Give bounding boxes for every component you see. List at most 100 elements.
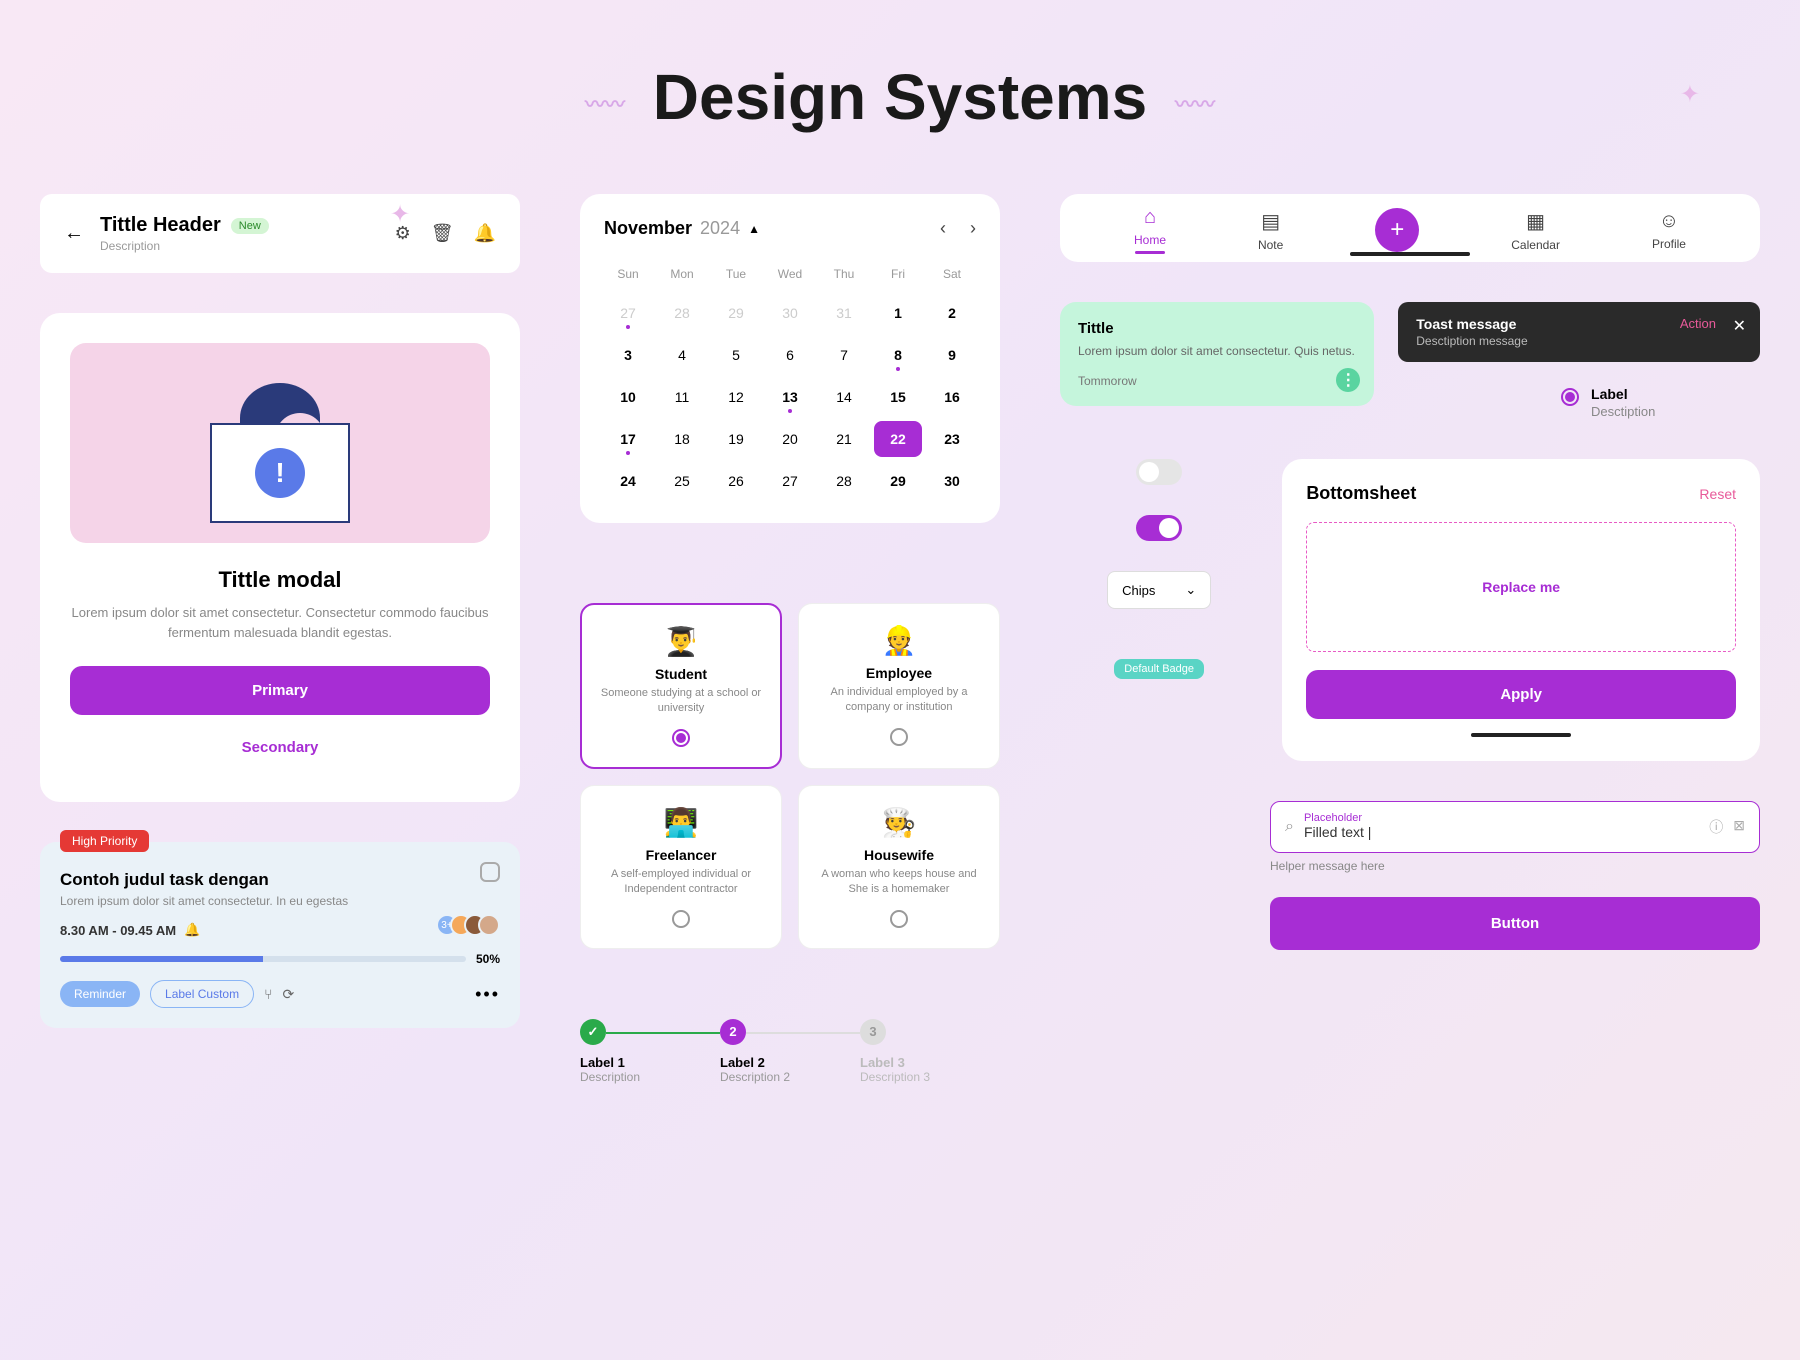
helper-text: Helper message here — [1270, 859, 1760, 873]
note-icon: ▤ — [1258, 209, 1283, 234]
calendar-day[interactable]: 5 — [712, 337, 760, 373]
calendar-day[interactable]: 16 — [928, 379, 976, 415]
back-arrow-icon[interactable]: ← — [64, 222, 84, 245]
calendar-day[interactable]: 11 — [658, 379, 706, 415]
apply-button[interactable]: Apply — [1306, 670, 1736, 719]
calendar-day[interactable]: 22 — [874, 421, 922, 457]
calendar-day[interactable]: 29 — [874, 463, 922, 499]
tab-home[interactable]: ⌂Home — [1134, 206, 1166, 254]
chip-reminder[interactable]: Reminder — [60, 981, 140, 1007]
chips-dropdown[interactable]: Chips⌄ — [1107, 571, 1211, 609]
step-2[interactable]: 2 Label 2Description 2 — [720, 1019, 860, 1084]
radio-button[interactable] — [672, 729, 690, 747]
clear-icon[interactable]: ⊠ — [1733, 817, 1745, 837]
calendar-year: 2024 — [700, 218, 740, 239]
calendar-day[interactable]: 21 — [820, 421, 868, 457]
option-title: Student — [594, 666, 768, 682]
calendar-day[interactable]: 28 — [658, 295, 706, 331]
reset-button[interactable]: Reset — [1699, 486, 1736, 502]
primary-button[interactable]: Primary — [70, 666, 490, 715]
calendar-day[interactable]: 14 — [820, 379, 868, 415]
text-input[interactable]: ⌕ Placeholder Filled text | ⓘ ⊠ — [1270, 801, 1760, 853]
calendar-day[interactable]: 25 — [658, 463, 706, 499]
toggle-off[interactable] — [1136, 459, 1182, 485]
step-1[interactable]: ✓ Label 1Description — [580, 1019, 720, 1084]
option-card[interactable]: 👨‍💻FreelancerA self-employed individual … — [580, 785, 782, 949]
calendar-day[interactable]: 7 — [820, 337, 868, 373]
calendar-day[interactable]: 31 — [820, 295, 868, 331]
calendar-day[interactable]: 12 — [712, 379, 760, 415]
secondary-button[interactable]: Secondary — [70, 723, 490, 772]
bottomsheet-placeholder: Replace me — [1306, 522, 1736, 652]
calendar-day[interactable]: 23 — [928, 421, 976, 457]
note-body: Lorem ipsum dolor sit amet consectetur. … — [1078, 343, 1356, 360]
task-title: Contoh judul task dengan — [60, 870, 500, 890]
calendar-dow: Sun — [604, 259, 652, 289]
new-badge: New — [231, 218, 269, 234]
calendar-day[interactable]: 26 — [712, 463, 760, 499]
calendar-day[interactable]: 30 — [928, 463, 976, 499]
calendar-day[interactable]: 29 — [712, 295, 760, 331]
calendar-day[interactable]: 10 — [604, 379, 652, 415]
avatar-stack: 3+ — [444, 914, 500, 936]
calendar-day[interactable]: 27 — [766, 463, 814, 499]
toast-action[interactable]: Action — [1680, 316, 1716, 331]
calendar-day[interactable]: 4 — [658, 337, 706, 373]
radio-button[interactable] — [890, 728, 908, 746]
prev-month-icon[interactable]: ‹ — [940, 218, 946, 239]
radio-button[interactable] — [672, 910, 690, 928]
calendar-day[interactable]: 27 — [604, 295, 652, 331]
option-title: Housewife — [811, 847, 987, 863]
calendar-day[interactable]: 24 — [604, 463, 652, 499]
main-button[interactable]: Button — [1270, 897, 1760, 950]
calendar-day[interactable]: 18 — [658, 421, 706, 457]
option-title: Freelancer — [593, 847, 769, 863]
calendar-dow: Thu — [820, 259, 868, 289]
calendar-day[interactable]: 28 — [820, 463, 868, 499]
calendar-dow: Sat — [928, 259, 976, 289]
option-card[interactable]: 🧑‍🍳HousewifeA woman who keeps house and … — [798, 785, 1000, 949]
task-description: Lorem ipsum dolor sit amet consectetur. … — [60, 894, 500, 908]
calendar-day[interactable]: 17 — [604, 421, 652, 457]
note-card[interactable]: Tittle Lorem ipsum dolor sit amet consec… — [1060, 302, 1374, 406]
calendar-day[interactable]: 19 — [712, 421, 760, 457]
header-subtitle: Description — [100, 239, 269, 253]
close-icon[interactable]: ✕ — [1733, 316, 1746, 336]
more-icon[interactable]: ••• — [475, 984, 500, 1005]
task-checkbox[interactable] — [480, 862, 500, 882]
calendar-day[interactable]: 20 — [766, 421, 814, 457]
note-menu-icon[interactable]: ⋮ — [1336, 368, 1360, 392]
chip-custom[interactable]: Label Custom — [150, 980, 254, 1008]
tab-profile[interactable]: ☺Profile — [1652, 210, 1686, 251]
option-card[interactable]: 👨‍🎓StudentSomeone studying at a school o… — [580, 603, 782, 769]
input-placeholder: Placeholder — [1304, 812, 1699, 824]
calendar-day[interactable]: 30 — [766, 295, 814, 331]
option-desc: Someone studying at a school or universi… — [594, 686, 768, 717]
option-card[interactable]: 👷EmployeeAn individual employed by a com… — [798, 603, 1000, 769]
info-icon[interactable]: ⓘ — [1709, 817, 1723, 837]
repeat-icon[interactable]: ⟳ — [282, 986, 294, 1003]
next-month-icon[interactable]: › — [970, 218, 976, 239]
calendar-day[interactable]: 2 — [928, 295, 976, 331]
page-title: 〰〰 Design Systems 〰〰 — [40, 60, 1760, 134]
bell-icon[interactable]: 🔔 — [474, 223, 496, 244]
calendar-day[interactable]: 3 — [604, 337, 652, 373]
radio-with-label[interactable]: LabelDesctiption — [1561, 386, 1760, 419]
branch-icon[interactable]: ⑂ — [264, 986, 272, 1003]
calendar-day[interactable]: 1 — [874, 295, 922, 331]
calendar-day[interactable]: 6 — [766, 337, 814, 373]
modal-body: Lorem ipsum dolor sit amet consectetur. … — [70, 603, 490, 642]
tab-note[interactable]: ▤Note — [1258, 209, 1283, 252]
calendar-day[interactable]: 13 — [766, 379, 814, 415]
calendar-day[interactable]: 8 — [874, 337, 922, 373]
dropdown-icon[interactable]: ▲ — [748, 222, 760, 236]
radio-button[interactable] — [890, 910, 908, 928]
calendar-day[interactable]: 15 — [874, 379, 922, 415]
trash-icon[interactable]: 🗑 — [431, 223, 454, 244]
tab-calendar[interactable]: ▦Calendar — [1511, 209, 1560, 252]
calendar-day[interactable]: 9 — [928, 337, 976, 373]
fab-add[interactable]: + — [1375, 208, 1419, 252]
toggle-on[interactable] — [1136, 515, 1182, 541]
profile-icon: ☺ — [1652, 210, 1686, 233]
modal-illustration: ! — [70, 343, 490, 543]
